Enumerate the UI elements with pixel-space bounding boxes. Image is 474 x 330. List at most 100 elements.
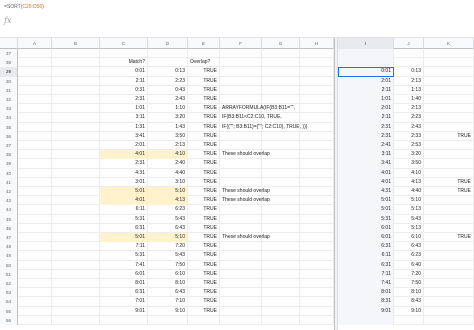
column-header-a[interactable]: A [18,38,52,49]
cell-i[interactable]: 2:01 [338,76,394,86]
cell-i[interactable]: 4:01 [338,168,394,178]
cell-b[interactable] [52,95,100,105]
cell-h[interactable] [300,113,334,123]
cell-a[interactable] [18,104,52,114]
formula-text[interactable]: =SORT(C29:D56) [4,4,44,10]
cell-k[interactable] [424,297,474,307]
row-number[interactable]: 42 [0,187,18,197]
cell-c[interactable]: 5:01 [100,187,148,197]
row-number[interactable]: 39 [0,159,18,169]
cell-a[interactable] [18,297,52,307]
cell-k[interactable] [424,150,474,160]
cell-k[interactable]: TRUE [424,177,474,187]
row-number[interactable]: 37 [0,141,18,151]
cell-d[interactable]: 5:43 [148,214,188,224]
cell-g[interactable] [262,76,300,86]
cell-i[interactable]: 6:31 [338,260,394,270]
cell-a[interactable] [18,214,52,224]
cell-h[interactable] [300,58,334,68]
cell-a[interactable] [18,122,52,132]
cell-c[interactable]: Match? [100,58,148,68]
row-number[interactable]: 34 [0,113,18,123]
cell-g[interactable] [262,168,300,178]
cell-h[interactable] [300,315,334,325]
cell-a[interactable] [18,177,52,187]
cell-b[interactable] [52,223,100,233]
cell-j[interactable]: 2:33 [394,131,424,141]
cell-c[interactable]: 4:31 [100,168,148,178]
cell-j[interactable]: 3:50 [394,159,424,169]
cell-c[interactable]: 6:01 [100,269,148,279]
cell-c[interactable]: 1:01 [100,104,148,114]
cell-a[interactable] [18,159,52,169]
cell-a[interactable] [18,242,52,252]
cell-f[interactable]: These should overlap [220,233,270,243]
cell-f[interactable]: ARRAYFORMULA(IF(B3:B11="", [220,104,295,114]
cell-c[interactable]: 0:01 [100,67,148,77]
row-number[interactable]: 56 [0,315,18,325]
row-number[interactable]: 48 [0,242,18,252]
cell-k[interactable] [424,260,474,270]
cell-e[interactable]: TRUE [188,187,220,197]
cell-f[interactable] [220,315,262,325]
row-number[interactable]: 43 [0,196,18,206]
cell-f[interactable]: These should overlap [220,187,270,197]
cell-d[interactable]: 0:43 [148,85,188,95]
cell-j[interactable]: 8:10 [394,288,424,298]
cell-j[interactable]: 0:13 [394,67,424,77]
cell-e[interactable]: TRUE [188,150,220,160]
cell-a[interactable] [18,223,52,233]
cell-j[interactable]: 3:20 [394,150,424,160]
cell-j[interactable]: 4:10 [394,168,424,178]
cell-g[interactable] [262,85,300,95]
cell-j[interactable]: 2:43 [394,122,424,132]
cell-j[interactable]: 9:10 [394,306,424,316]
cell-g[interactable] [262,95,300,105]
cell-k[interactable] [424,168,474,178]
cell-i[interactable]: 5:31 [338,214,394,224]
cell-j[interactable]: 2:23 [394,113,424,123]
cell-a[interactable] [18,131,52,141]
cell-h[interactable] [300,177,334,187]
cell-k[interactable] [424,288,474,298]
cell-f[interactable] [220,214,262,224]
cell-f[interactable] [220,260,262,270]
cell-c[interactable]: 6:11 [100,205,148,215]
column-header-g[interactable]: G [262,38,300,49]
cell-f[interactable] [220,95,262,105]
cell-i[interactable]: 3:41 [338,159,394,169]
cell-d[interactable] [148,58,188,68]
cell-k[interactable]: TRUE [424,131,474,141]
cell-d[interactable]: 6:43 [148,288,188,298]
column-header-j[interactable]: J [394,38,424,49]
cell-e[interactable]: TRUE [188,279,220,289]
cell-g[interactable] [262,196,300,206]
cell-a[interactable] [18,251,52,261]
cell-e[interactable]: TRUE [188,260,220,270]
cell-f[interactable] [220,131,262,141]
cell-g[interactable] [262,315,300,325]
cell-g[interactable] [262,233,300,243]
cell-h[interactable] [300,233,334,243]
cell-c[interactable]: 7:11 [100,242,148,252]
cell-d[interactable]: 5:10 [148,233,188,243]
cell-e[interactable]: TRUE [188,177,220,187]
cell-k[interactable]: TRUE [424,187,474,197]
row-number[interactable]: 35 [0,122,18,132]
cell-j[interactable]: 5:13 [394,223,424,233]
row-number[interactable]: 41 [0,177,18,187]
cell-c[interactable]: 3:41 [100,131,148,141]
cell-b[interactable] [52,187,100,197]
cell-f[interactable] [220,288,262,298]
cell-g[interactable] [262,141,300,151]
row-number[interactable]: 49 [0,251,18,261]
cell-a[interactable] [18,260,52,270]
cell-c[interactable]: 7:41 [100,260,148,270]
cell-f[interactable] [220,205,262,215]
cell-a[interactable] [18,58,52,68]
cell-g[interactable] [262,297,300,307]
cell-b[interactable] [52,196,100,206]
column-header-c[interactable]: C [100,38,148,49]
cell-k[interactable] [424,315,474,325]
cell-g[interactable] [262,159,300,169]
